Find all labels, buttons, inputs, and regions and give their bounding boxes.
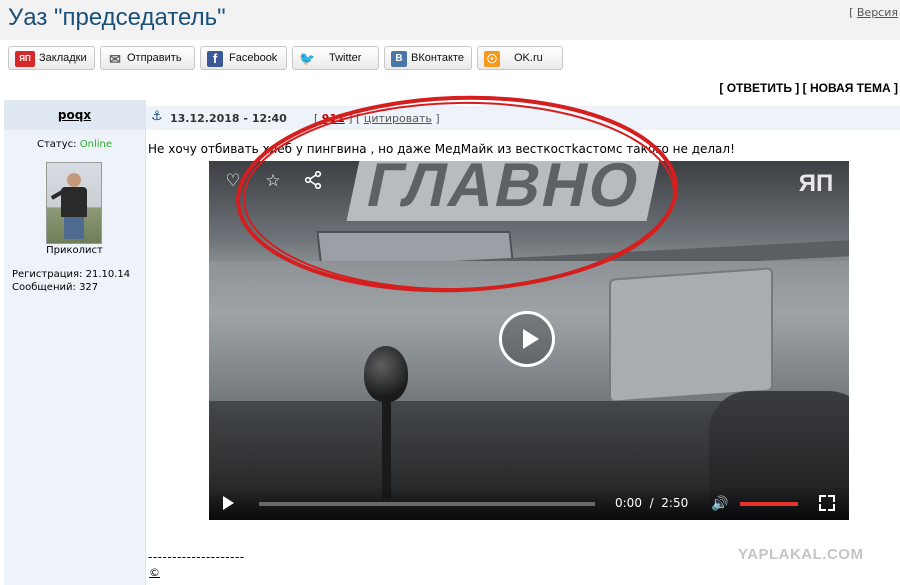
title-bar: Уаз "председатель" [ Версия [0,0,900,40]
video-glovebox [609,267,773,403]
reg-label: Регистрация: [12,269,83,280]
signature-separator: -------------------- [148,550,245,564]
msgs-value: 327 [79,282,99,293]
reply-link[interactable]: ОТВЕТИТЬ [727,81,792,95]
status-label: Статус: [37,139,77,150]
quote-link[interactable]: цитировать [364,112,432,125]
msgs-label: Сообщений: [12,282,76,293]
author-rank: Приколист [46,245,103,256]
current-time: 0:00 [615,496,642,510]
twitter-label: Twitter [329,52,362,64]
author-stats: Регистрация: 21.10.14 Сообщений: 327 [12,268,130,294]
time-display: 0:00 / 2:50 [615,496,688,510]
bookmarks-button[interactable]: ЯП Закладки [8,46,95,70]
post-date: 13.12.2018 - 12:40 [170,112,287,125]
facebook-label: Facebook [229,52,278,64]
progress-bar[interactable] [259,502,595,506]
video-controls: 0:00 / 2:50 🔊 [209,487,849,520]
send-button[interactable]: ✉ Отправить [100,46,195,70]
author-status: Статус: Online [4,139,145,150]
fullscreen-icon[interactable] [819,495,835,511]
twitter-button[interactable]: 🐦 Twitter [292,46,379,70]
avatar[interactable] [46,162,102,244]
video-sign-text: ГЛАВНО [346,161,662,221]
envelope-icon: ✉ [109,51,121,67]
anchor-icon[interactable]: ⚓ [151,109,163,124]
duration: 2:50 [661,496,689,510]
post-links: [ 911 ] [ цитировать ] [314,112,440,125]
share-icon[interactable] [303,170,323,191]
video-gear-knob [364,346,408,402]
play-overlay-button[interactable] [499,311,555,367]
video-player[interactable]: ГЛАВНО ♡ ☆ ЯП 0:00 / 2:50 🔊 [209,161,849,520]
vkontakte-button[interactable]: В ВКонтакте [384,46,472,70]
volume-fill [740,502,798,506]
topic-actions: [ ОТВЕТИТЬ ] [ НОВАЯ ТЕМА ] [719,81,898,95]
ok-button[interactable]: ☉ OK.ru [477,46,563,70]
author-header: poqx [4,100,145,130]
post-header: ⚓ 13.12.2018 - 12:40 [ 911 ] [ цитироват… [146,106,900,130]
volume-slider[interactable] [740,502,798,506]
video-gear-stick [382,399,391,499]
author-panel: poqx Статус: Online Приколист Регистраци… [4,100,146,585]
ok-icon: ☉ [484,51,500,67]
play-icon [523,329,539,349]
ok-label: OK.ru [514,52,543,64]
status-value: Online [79,139,112,150]
yap-icon: ЯП [15,51,35,67]
facebook-button[interactable]: f Facebook [200,46,287,70]
new-topic-link[interactable]: НОВАЯ ТЕМА [810,81,891,95]
author-name[interactable]: poqx [4,108,145,122]
page-title: Уаз "председатель" [8,4,226,31]
post-number-link[interactable]: 911 [322,112,345,125]
signature-copyright[interactable]: © [149,566,160,579]
version-link-wrap: [ Версия [849,6,898,19]
twitter-icon: 🐦 [299,51,316,66]
site-watermark: YAPLAKAL.COM [738,546,864,563]
vk-icon: В [391,51,407,67]
heart-icon[interactable]: ♡ [223,171,243,191]
play-button[interactable] [223,496,234,510]
version-link[interactable]: Версия [857,6,898,19]
video-logo: ЯП [798,170,834,197]
facebook-icon: f [207,51,223,67]
post-text: Не хочу отбивать хлеб у пингвина , но да… [148,142,735,156]
bookmarks-label: Закладки [39,52,87,64]
send-label: Отправить [127,52,182,64]
star-icon[interactable]: ☆ [263,171,283,191]
reg-value: 21.10.14 [85,269,131,280]
version-bracket: [ [849,6,854,19]
time-separator: / [649,496,654,510]
volume-icon[interactable]: 🔊 [711,496,728,512]
vkontakte-label: ВКонтакте [411,52,464,64]
